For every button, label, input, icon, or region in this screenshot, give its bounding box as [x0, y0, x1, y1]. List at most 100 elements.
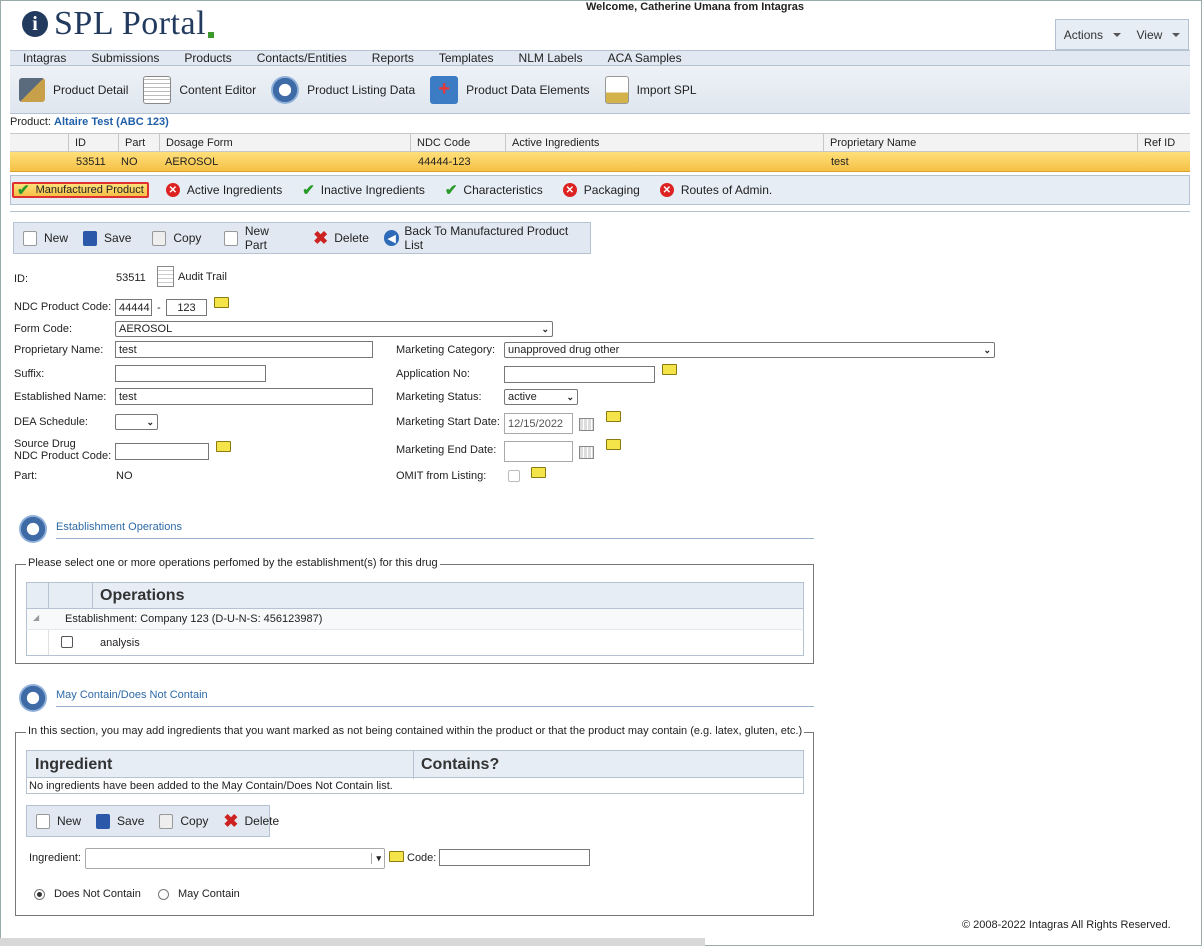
cell-dosage-form: AEROSOL	[165, 155, 219, 168]
proprietary-name-input[interactable]: test	[115, 341, 373, 358]
product-detail-button[interactable]: Product Detail	[19, 77, 128, 102]
cell-part: NO	[121, 155, 138, 168]
app-logo[interactable]: i SPL Portal	[22, 5, 215, 42]
note-icon[interactable]	[662, 364, 677, 375]
menu-item-contacts[interactable]: Contacts/Entities	[257, 51, 347, 65]
code-input[interactable]	[439, 849, 590, 866]
note-icon[interactable]	[389, 851, 404, 862]
collapse-icon[interactable]: ◢	[33, 613, 39, 622]
cell-id: 53511	[76, 155, 106, 168]
col-ndc-code[interactable]: NDC Code	[410, 134, 506, 151]
new-part-button[interactable]: New Part	[216, 224, 292, 252]
marketing-category-select[interactable]: unapproved drug other ⌄	[504, 342, 995, 358]
col-ref-id[interactable]: Ref ID	[1137, 134, 1190, 151]
note-icon[interactable]	[606, 411, 621, 422]
chevron-down-icon: ▾	[371, 853, 381, 864]
back-to-list-button[interactable]: ◀ Back To Manufactured Product List	[383, 224, 584, 252]
col-proprietary-name[interactable]: Proprietary Name	[823, 134, 1137, 151]
error-icon: ✕	[165, 183, 180, 197]
source-ndc-label: NDC Product Code:	[14, 450, 112, 462]
error-icon: ✕	[659, 183, 674, 197]
menu-item-templates[interactable]: Templates	[439, 51, 494, 65]
tab-characteristics[interactable]: ✔ Characteristics	[442, 178, 546, 202]
establishment-group-row[interactable]: ◢ Establishment: Company 123 (D-U-N-S: 4…	[26, 609, 804, 629]
product-name-link[interactable]: Altaire Test (ABC 123)	[54, 116, 169, 128]
col-id[interactable]: ID	[68, 134, 120, 151]
ingredient-action-bar: New Save Copy ✖ Delete	[26, 805, 279, 837]
col-active-ingredients[interactable]: Active Ingredients	[505, 134, 823, 151]
new-doc-icon	[36, 813, 50, 829]
actions-menu[interactable]: Actions	[1064, 28, 1122, 42]
tab-routes-of-admin[interactable]: ✕ Routes of Admin.	[657, 178, 775, 202]
established-name-input[interactable]: test	[115, 388, 373, 405]
audit-trail-icon	[157, 266, 174, 287]
source-ndc-input[interactable]	[115, 443, 209, 460]
new-button[interactable]: New	[23, 230, 68, 246]
does-not-contain-radio[interactable]: Does Not Contain	[34, 888, 141, 900]
marketing-status-select[interactable]: active ⌄	[504, 389, 578, 405]
copy-button[interactable]: Copy	[146, 230, 201, 246]
calendar-icon[interactable]	[579, 446, 594, 459]
tab-packaging[interactable]: ✕ Packaging	[560, 178, 643, 202]
check-icon: ✔	[302, 182, 315, 199]
operation-label: analysis	[100, 637, 140, 649]
gears-icon	[19, 515, 47, 543]
import-spl-button[interactable]: Import SPL	[604, 75, 697, 104]
tab-manufactured-product[interactable]: ✔ Manufactured Product	[12, 182, 149, 199]
table-row[interactable]: analysis	[26, 629, 804, 656]
ndc-labeler-input[interactable]: 44444	[115, 299, 152, 316]
calendar-icon[interactable]	[579, 418, 594, 431]
menu-item-aca-samples[interactable]: ACA Samples	[608, 51, 682, 65]
menu-item-reports[interactable]: Reports	[372, 51, 414, 65]
note-icon[interactable]	[216, 441, 231, 452]
ingredient-label: Ingredient:	[29, 852, 81, 864]
col-dosage-form[interactable]: Dosage Form	[159, 134, 411, 151]
id-value: 53511	[116, 272, 146, 284]
copy-ingredient-button[interactable]: Copy	[159, 813, 208, 829]
cell-proprietary-name: test	[831, 155, 849, 168]
section-divider	[56, 706, 814, 707]
note-icon[interactable]	[531, 467, 546, 478]
ndc-product-input[interactable]: 123	[166, 299, 207, 316]
delete-button[interactable]: ✖ Delete	[307, 228, 369, 249]
content-editor-button[interactable]: Content Editor	[143, 75, 256, 104]
product-listing-data-button[interactable]: Product Listing Data	[271, 75, 415, 104]
omit-listing-checkbox[interactable]	[508, 470, 520, 482]
tab-inactive-ingredients[interactable]: ✔ Inactive Ingredients	[299, 178, 428, 202]
chevron-down-icon: ⌄	[983, 344, 991, 355]
marketing-end-input[interactable]	[504, 441, 573, 462]
menu-item-submissions[interactable]: Submissions	[91, 51, 159, 65]
menu-item-products[interactable]: Products	[184, 51, 231, 65]
new-ingredient-button[interactable]: New	[36, 813, 81, 829]
ingredient-column-header[interactable]: Ingredient	[35, 756, 112, 774]
floppy-icon	[96, 813, 111, 829]
cell-ref-id	[1139, 152, 1145, 171]
divider	[10, 211, 1190, 212]
menu-item-nlm-labels[interactable]: NLM Labels	[519, 51, 583, 65]
table-row[interactable]: 53511 NO AEROSOL 44444-123 test	[10, 152, 1190, 172]
may-contain-radio[interactable]: May Contain	[158, 888, 240, 900]
application-no-input[interactable]	[504, 366, 655, 383]
product-line: Product: Altaire Test (ABC 123)	[10, 116, 169, 128]
operations-column-header: Operations	[100, 587, 185, 604]
menu-item-intagras[interactable]: Intagras	[23, 51, 66, 65]
note-icon[interactable]	[606, 439, 621, 450]
save-ingredient-button[interactable]: Save	[96, 813, 144, 829]
tab-active-ingredients[interactable]: ✕ Active Ingredients	[163, 178, 285, 202]
delete-ingredient-button[interactable]: ✖ Delete	[223, 811, 279, 832]
operation-checkbox[interactable]	[61, 636, 73, 648]
ingredient-combobox[interactable]: ▾	[85, 848, 385, 869]
suffix-input[interactable]	[115, 365, 266, 382]
save-button[interactable]: Save	[83, 230, 131, 246]
dea-schedule-select[interactable]: ⌄	[115, 414, 158, 430]
product-data-elements-button[interactable]: + Product Data Elements	[430, 75, 590, 104]
application-no-label: Application No:	[396, 368, 470, 380]
note-icon[interactable]	[214, 297, 229, 308]
marketing-start-input[interactable]: 12/15/2022	[504, 413, 573, 434]
audit-trail-link[interactable]: Audit Trail	[157, 266, 227, 287]
contains-column-header[interactable]: Contains?	[421, 756, 499, 774]
view-menu[interactable]: View	[1136, 28, 1181, 42]
marketing-end-label: Marketing End Date:	[396, 444, 497, 456]
form-code-select[interactable]: AEROSOL ⌄	[115, 321, 553, 337]
gears-icon	[271, 75, 300, 104]
